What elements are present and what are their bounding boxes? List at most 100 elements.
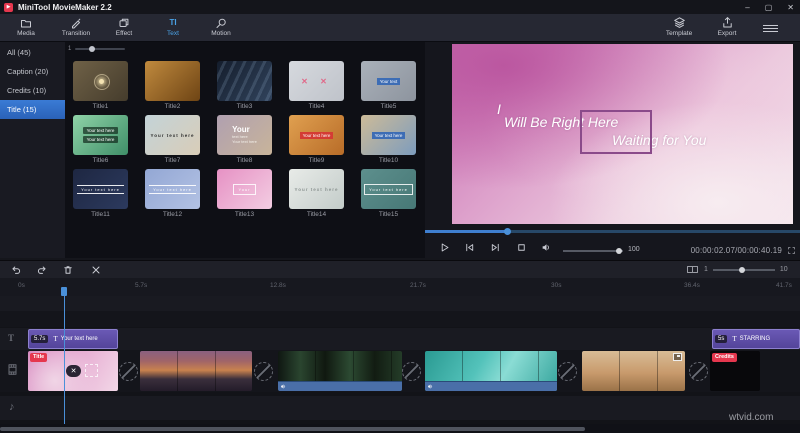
template-card[interactable]: Your text here Your text here Title8	[217, 115, 272, 165]
template-card[interactable]: Your text here Title10	[361, 115, 416, 165]
volume-slider[interactable]	[563, 250, 623, 252]
ruler-mark: 36.4s	[684, 282, 700, 289]
audio-strip[interactable]	[425, 381, 557, 391]
template-card[interactable]: Your text here Title15	[361, 169, 416, 219]
seek-handle[interactable]	[504, 228, 511, 235]
sidebar-item-all[interactable]: All (45)	[0, 43, 65, 62]
timeline-ruler[interactable]: 0s 5.7s 12.8s 21.7s 30s 36.4s 41.7s	[0, 278, 800, 296]
volume-icon[interactable]	[541, 242, 552, 253]
template-card[interactable]: Your text Title5	[361, 61, 416, 111]
redo-icon[interactable]	[36, 264, 48, 276]
sidebar-item-caption[interactable]: Caption (20)	[0, 62, 65, 81]
transition-icon[interactable]	[254, 362, 273, 381]
thumbnail-size-slider[interactable]: 1	[68, 46, 126, 52]
tab-motion[interactable]: Motion	[198, 16, 244, 37]
horizontal-scrollbar[interactable]	[0, 427, 585, 431]
template-thumbnail[interactable]: Your text here Your text here	[73, 115, 128, 155]
tab-media[interactable]: Media	[3, 16, 49, 37]
template-thumbnail[interactable]	[145, 61, 200, 101]
transition-overlay-icon[interactable]: ✕	[66, 365, 81, 377]
delete-icon[interactable]	[62, 264, 74, 276]
template-thumbnail[interactable]: Your text here	[361, 169, 416, 209]
template-card[interactable]: Your text here Title12	[145, 169, 200, 219]
playhead-line[interactable]	[64, 287, 65, 424]
frame-separators	[582, 351, 685, 391]
volume-handle[interactable]	[616, 248, 622, 254]
audio-speaker-icon	[278, 383, 287, 390]
template-thumbnail[interactable]	[217, 61, 272, 101]
undo-icon[interactable]	[10, 264, 22, 276]
text-clip[interactable]: 5.7s T Your text here	[28, 329, 118, 349]
sidebar-item-title[interactable]: Title (15)	[0, 100, 65, 119]
sidebar-item-credits[interactable]: Credits (10)	[0, 81, 65, 100]
previous-frame-icon[interactable]	[464, 242, 475, 253]
template-thumbnail[interactable]: Your text here	[73, 169, 128, 209]
tab-text[interactable]: TI Text	[150, 16, 196, 37]
zoom-slider[interactable]	[712, 266, 775, 273]
minimize-icon[interactable]: –	[745, 3, 749, 12]
template-thumbnail[interactable]: Your	[217, 169, 272, 209]
fit-timeline-icon[interactable]	[686, 264, 699, 275]
ruler-mark: 30s	[551, 282, 562, 289]
video-clip-credits[interactable]: Credits	[710, 351, 760, 391]
template-card[interactable]: Your text here Title11	[73, 169, 128, 219]
tab-effect[interactable]: Effect	[101, 16, 147, 37]
video-clip-title-pink[interactable]: Title ✕	[28, 351, 118, 391]
template-card[interactable]: Your text here Title9	[289, 115, 344, 165]
template-card[interactable]: Your text here Your text here Title6	[73, 115, 128, 165]
app-title: MiniTool MovieMaker 2.2	[18, 2, 112, 12]
template-thumbnail[interactable]: Your text here	[145, 115, 200, 155]
template-thumbnail[interactable]: ✕ ✕	[289, 61, 344, 101]
text-ti-icon: TI	[169, 18, 177, 27]
slider-track[interactable]	[75, 46, 126, 52]
thumb-text: Your text here	[294, 186, 339, 192]
template-card[interactable]: Title1	[73, 61, 128, 111]
template-card[interactable]: ✕ ✕ Title4	[289, 61, 344, 111]
text-selection-box[interactable]	[580, 110, 652, 154]
menu-icon[interactable]	[763, 23, 778, 34]
template-card[interactable]: Title3	[217, 61, 272, 111]
audio-strip[interactable]	[278, 381, 402, 391]
template-thumbnail[interactable]: Your text here	[361, 115, 416, 155]
video-clip-waves[interactable]	[425, 351, 557, 391]
template-overlay: Your text	[361, 61, 416, 101]
template-thumbnail[interactable]: Your text here Your text here	[217, 115, 272, 155]
transition-icon[interactable]	[119, 362, 138, 381]
next-frame-icon[interactable]	[490, 242, 501, 253]
close-icon[interactable]: ✕	[787, 3, 794, 12]
play-icon[interactable]	[439, 242, 450, 253]
export-button[interactable]: Export	[704, 16, 750, 37]
transition-icon[interactable]	[402, 362, 421, 381]
preview-video[interactable]: I Will Be Right Here Waiting for You	[452, 44, 793, 224]
template-thumbnail[interactable]: Your text here	[289, 115, 344, 155]
template-button[interactable]: Template	[656, 16, 702, 37]
fullscreen-icon[interactable]	[787, 246, 796, 255]
template-name: Title13	[234, 211, 255, 218]
template-thumbnail[interactable]: Your text	[361, 61, 416, 101]
template-thumbnail[interactable]: Your text here	[145, 169, 200, 209]
seek-bar[interactable]	[425, 228, 800, 235]
template-card[interactable]: Your text here Title7	[145, 115, 200, 165]
video-clip-desert[interactable]	[582, 351, 685, 391]
clip-type-badge: Title	[30, 353, 48, 362]
template-thumbnail[interactable]: Your text here	[289, 169, 344, 209]
transition-icon[interactable]	[558, 362, 577, 381]
stop-icon[interactable]	[516, 242, 527, 253]
video-clip-sunset[interactable]	[140, 351, 252, 391]
template-card[interactable]: Title2	[145, 61, 200, 111]
restore-icon[interactable]: ▢	[765, 3, 773, 12]
template-card[interactable]: Your Title13	[217, 169, 272, 219]
pan-zoom-icon[interactable]	[673, 353, 682, 361]
text-clip[interactable]: 5s T STARRING	[712, 329, 800, 349]
zoom-handle[interactable]	[738, 266, 745, 273]
template-overlay: Your text here	[289, 169, 344, 209]
video-clip-concert[interactable]	[278, 351, 402, 391]
tab-transition[interactable]: Transition	[53, 16, 99, 37]
template-overlay: Your text here Your text here	[73, 115, 128, 155]
template-card[interactable]: Your text here Title14	[289, 169, 344, 219]
pen-icon	[53, 16, 99, 29]
transition-icon[interactable]	[689, 362, 708, 381]
split-icon[interactable]	[90, 264, 102, 276]
template-thumbnail[interactable]	[73, 61, 128, 101]
slider-handle[interactable]	[89, 46, 96, 52]
